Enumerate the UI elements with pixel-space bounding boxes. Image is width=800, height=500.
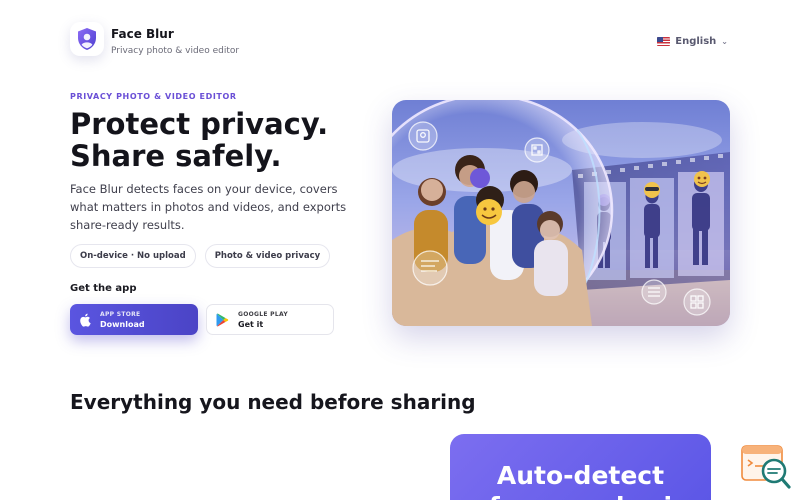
language-label: English <box>675 36 717 47</box>
floating-search-widget[interactable] <box>741 443 791 491</box>
app-logo[interactable] <box>70 22 104 56</box>
hero-illustration-art <box>392 100 730 326</box>
google-play-icon <box>216 313 229 326</box>
feature-card-title-line1: Auto-detect <box>496 461 665 490</box>
search-icon <box>741 445 791 489</box>
apple-icon <box>80 313 91 327</box>
app-store-button[interactable]: APP STORE Download <box>70 304 198 335</box>
app-subtitle: Privacy photo & video editor <box>111 46 240 56</box>
features-section-title: Everything you need before sharing <box>70 390 476 414</box>
hero-description: Face Blur detects faces on your device, … <box>70 182 347 232</box>
google-play-small-label: GOOGLE PLAY <box>238 310 288 318</box>
hero-title-line2: Share safely. <box>70 139 282 173</box>
chip-on-device: On-device · No upload <box>70 244 196 268</box>
app-store-small-label: APP STORE <box>100 310 141 318</box>
app-store-big-label: Download <box>100 319 145 329</box>
get-app-label: Get the app <box>70 283 137 294</box>
chip-photo-video-privacy: Photo & video privacy <box>204 244 331 268</box>
store-buttons: APP STORE Download GOOGLE PLAY Get it <box>70 304 334 335</box>
hero-illustration <box>392 100 730 326</box>
hero-eyebrow: PRIVACY PHOTO & VIDEO EDITOR <box>70 92 237 101</box>
chevron-down-icon: ⌄ <box>721 37 728 46</box>
language-selector[interactable]: English ⌄ <box>657 36 728 47</box>
us-flag-icon <box>657 37 671 46</box>
google-play-big-label: Get it <box>238 319 264 329</box>
feature-card-auto-detect[interactable]: Auto-detect faces and pri <box>450 434 711 500</box>
hero-title: Protect privacy. Share safely. <box>70 108 390 172</box>
hero-title-line1: Protect privacy. <box>70 107 329 141</box>
feature-card-title: Auto-detect faces and pri <box>450 460 711 500</box>
google-play-button[interactable]: GOOGLE PLAY Get it <box>206 304 334 335</box>
site-header: Face Blur Privacy photo & video editor E… <box>70 22 728 66</box>
feature-chips: On-device · No upload Photo & video priv… <box>70 244 331 268</box>
app-name: Face Blur <box>111 27 174 41</box>
feature-card-title-line2: faces and pri <box>450 491 711 500</box>
shield-icon <box>78 28 96 50</box>
